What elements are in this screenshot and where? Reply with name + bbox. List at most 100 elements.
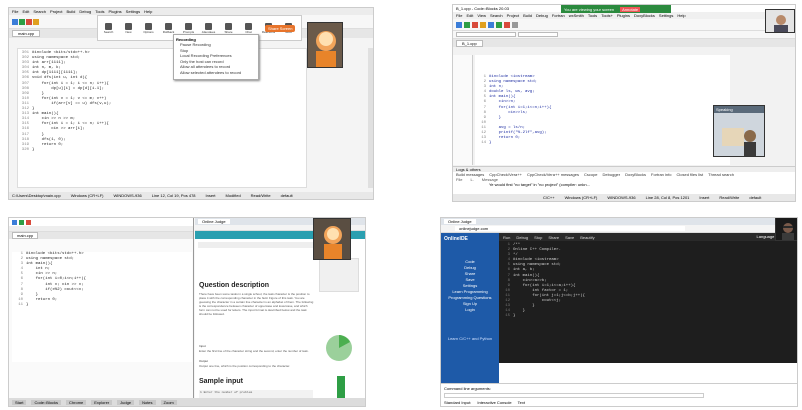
taskbar-item[interactable]: Explorer: [91, 399, 113, 405]
menu-item[interactable]: Help: [677, 13, 685, 18]
toolbar-icon[interactable]: [464, 21, 470, 28]
menu-item[interactable]: wxSmith: [569, 13, 584, 18]
sidebar-item[interactable]: Login: [441, 307, 499, 313]
status-item: Insert: [699, 195, 710, 200]
menu-item[interactable]: Tools: [588, 13, 597, 18]
menu-item[interactable]: Build: [67, 9, 76, 14]
dropdown-item[interactable]: Allow selected attendees to record: [176, 70, 256, 76]
taskbar-item[interactable]: Start: [12, 399, 27, 405]
menu-item[interactable]: Fortran: [552, 13, 565, 18]
address-bar[interactable]: onlinejudge.com: [441, 225, 797, 233]
ribbon-button[interactable]: Prompts: [180, 22, 197, 34]
toolbar-icon[interactable]: [488, 21, 494, 28]
browser-tab[interactable]: Online Judge: [198, 219, 230, 224]
editor-action[interactable]: Stop: [534, 235, 542, 240]
menu-item[interactable]: Tools+: [601, 13, 613, 18]
stdin-option[interactable]: Standard Input:: [444, 400, 471, 405]
question-heading: Question description: [199, 282, 270, 289]
tab-main-cpp-3[interactable]: main.cpp: [12, 232, 39, 239]
editor-action[interactable]: Save: [565, 235, 574, 240]
ribbon-button[interactable]: Options: [140, 22, 157, 34]
ribbon-button[interactable]: Attendees: [200, 22, 217, 34]
menu-item[interactable]: Debug: [79, 9, 91, 14]
ribbon-icon: [225, 22, 232, 30]
menu-item[interactable]: Project: [50, 9, 62, 14]
log-tab[interactable]: DoxyBlocks: [625, 172, 646, 177]
taskbar-item[interactable]: Zoom: [160, 399, 177, 405]
status-item: Read/Write: [719, 195, 740, 200]
ribbon-button[interactable]: Search: [100, 22, 117, 34]
menu-item[interactable]: Project: [507, 13, 519, 18]
stdin-option[interactable]: Text: [518, 400, 525, 405]
question-text: There have been some tasks in a single s…: [199, 292, 314, 316]
code-area[interactable]: 1 #include <iostream> 2 using namespace std…: [475, 55, 730, 165]
menu-bar: File Edit View Search Project Build Debug Fortr…: [453, 12, 795, 19]
taskbar-item[interactable]: Chrome: [66, 399, 87, 405]
editor-action[interactable]: Debug: [516, 235, 528, 240]
code-text: }: [513, 314, 516, 319]
annotate-button[interactable]: Annotate: [620, 6, 641, 12]
log-tab[interactable]: Fortran info: [651, 172, 671, 177]
ribbon-button[interactable]: New: [120, 22, 137, 34]
tab-b1-cpp[interactable]: B_1.cpp: [456, 39, 483, 47]
url-text[interactable]: onlinejudge.com: [455, 226, 685, 231]
menu-item[interactable]: View: [477, 13, 486, 18]
taskbar-item[interactable]: Judge: [117, 399, 135, 405]
code-area[interactable]: 301 #include <bits/stdc++.h> 302 using name…: [17, 48, 307, 188]
ribbon-button[interactable]: Chat: [240, 22, 257, 34]
browser-tab[interactable]: Online Judge: [444, 219, 476, 224]
sample-heading: Sample input: [199, 378, 243, 385]
menu-item[interactable]: Plugins: [617, 13, 630, 18]
taskbar-item[interactable]: Code::Blocks: [31, 399, 62, 405]
toolbar-icon[interactable]: [504, 21, 510, 28]
share-screen-button[interactable]: Share Screen: [265, 25, 296, 32]
status-item: Windows (CR+LF): [564, 195, 598, 200]
menu-item[interactable]: Tools: [95, 9, 104, 14]
ribbon-label: Search: [103, 29, 114, 34]
menu-item[interactable]: Plugins: [109, 9, 122, 14]
ribbon-icon: [185, 22, 192, 30]
scrollbar[interactable]: [368, 48, 373, 188]
toolbar-icon[interactable]: [496, 21, 502, 28]
ide-sidebar: OnlineIDE Code Debug Share Save Settings Lear…: [441, 233, 499, 383]
menu-item[interactable]: File: [456, 13, 462, 18]
ribbon-button[interactable]: Rollback: [160, 22, 177, 34]
editor-action[interactable]: Run: [503, 235, 510, 240]
menu-item[interactable]: Edit: [22, 9, 29, 14]
menu-item[interactable]: Edit: [466, 13, 473, 18]
code-text: }: [26, 302, 29, 307]
log-tab[interactable]: Debugger: [603, 172, 621, 177]
code-area[interactable]: 1/** 2 Online C++ Compiler. 3 */4 #include <i…: [499, 243, 797, 361]
menu-item[interactable]: Debug: [536, 13, 548, 18]
log-tab[interactable]: Cscope: [584, 172, 598, 177]
project-panel: [453, 55, 473, 165]
taskbar-item[interactable]: Notes: [139, 399, 156, 405]
menu-item[interactable]: Search: [33, 9, 46, 14]
status-item: Read/Write: [250, 193, 271, 198]
toolbar-icon[interactable]: [480, 21, 486, 28]
toolbar-icon[interactable]: [472, 21, 478, 28]
tab-main-cpp[interactable]: main.cpp: [12, 30, 41, 37]
ribbon-icon: [245, 22, 252, 30]
editor-action[interactable]: Beautify: [580, 235, 594, 240]
ribbon-button[interactable]: Share: [220, 22, 237, 34]
menu-item[interactable]: File: [12, 9, 18, 14]
status-item: Modified: [225, 193, 241, 198]
log-tab[interactable]: CppCheck/Vera++ messages: [527, 172, 579, 177]
toolbar-icon[interactable]: [512, 21, 518, 28]
menu-item[interactable]: Settings: [659, 13, 673, 18]
stdin-option[interactable]: Interactive Console: [477, 400, 511, 405]
menu-item[interactable]: DoxyBlocks: [634, 13, 655, 18]
menu-item[interactable]: Settings: [126, 9, 140, 14]
window-title: B_1.cpp - Code::Blocks 20.03: [456, 6, 509, 11]
menu-item[interactable]: Build: [523, 13, 532, 18]
code-text: return 0;: [32, 142, 64, 147]
menu-item[interactable]: Search: [490, 13, 503, 18]
menu-item[interactable]: Help: [144, 9, 152, 14]
code-area[interactable]: 1 #include <bits/stdc++.h> 2 using namespac…: [12, 252, 192, 362]
editor-action[interactable]: Share: [548, 235, 559, 240]
code-text: return 0;: [489, 136, 521, 141]
log-tab[interactable]: Thread search: [708, 172, 734, 177]
log-tab[interactable]: Closed files list: [676, 172, 703, 177]
toolbar-icon[interactable]: [456, 21, 462, 28]
